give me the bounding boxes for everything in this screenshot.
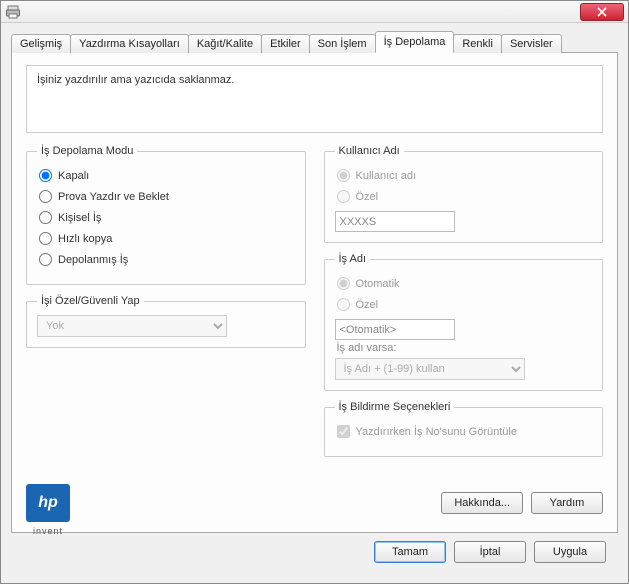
radio-off-label: Kapalı — [58, 170, 89, 182]
radio-off[interactable] — [39, 169, 52, 182]
description-box: İşiniz yazdırılır ama yazıcıda saklanmaz… — [26, 65, 603, 133]
radio-row-off[interactable]: Kapalı — [39, 169, 295, 182]
group-user-name: Kullanıcı Adı Kullanıcı adı Özel — [324, 145, 604, 243]
radio-row-stored[interactable]: Depolanmış İş — [39, 253, 295, 266]
ok-button[interactable]: Tamam — [374, 541, 446, 563]
radio-jobname-auto-label: Otomatik — [356, 278, 400, 290]
tabstrip: Gelişmiş Yazdırma Kısayolları Kağıt/Kali… — [11, 31, 618, 53]
radio-quick-label: Hızlı kopya — [58, 233, 112, 245]
titlebar — [1, 1, 628, 23]
tab-yazdirma-kisayollari[interactable]: Yazdırma Kısayolları — [70, 34, 189, 53]
radio-username-custom-label: Özel — [356, 191, 379, 203]
legend-user-name: Kullanıcı Adı — [335, 145, 404, 157]
group-notify: İş Bildirme Seçenekleri Yazdırırken İş N… — [324, 401, 604, 457]
radio-row-quick[interactable]: Hızlı kopya — [39, 232, 295, 245]
radio-proof-label: Prova Yazdır ve Beklet — [58, 191, 169, 203]
radio-row-jobname-custom: Özel — [337, 298, 593, 311]
about-button[interactable]: Hakkında... — [441, 492, 523, 514]
radio-personal-label: Kişisel İş — [58, 212, 101, 224]
print-properties-dialog: Gelişmiş Yazdırma Kısayolları Kağıt/Kali… — [0, 0, 629, 584]
legend-storage-mode: İş Depolama Modu — [37, 145, 137, 157]
legend-job-name: İş Adı — [335, 253, 371, 265]
group-storage-mode: İş Depolama Modu Kapalı Prova Yazdır ve … — [26, 145, 306, 285]
left-column: İş Depolama Modu Kapalı Prova Yazdır ve … — [26, 145, 306, 476]
columns: İş Depolama Modu Kapalı Prova Yazdır ve … — [26, 145, 603, 476]
tab-son-islem[interactable]: Son İşlem — [309, 34, 376, 53]
radio-row-jobname-auto: Otomatik — [337, 277, 593, 290]
tab-etkiler[interactable]: Etkiler — [261, 34, 310, 53]
description-text: İşiniz yazdırılır ama yazıcıda saklanmaz… — [37, 74, 234, 86]
radio-row-username-auto: Kullanıcı adı — [337, 169, 593, 182]
panel-footer: hp invent Hakkında... Yardım — [26, 484, 603, 522]
hp-logo: hp invent — [26, 484, 70, 522]
radio-username-auto — [337, 169, 350, 182]
group-make-secure: İşi Özel/Güvenli Yap Yok — [26, 295, 306, 348]
username-field — [335, 211, 455, 232]
right-column: Kullanıcı Adı Kullanıcı adı Özel İş Adı — [324, 145, 604, 476]
tab-kagit-kalite[interactable]: Kağıt/Kalite — [188, 34, 262, 53]
dialog-content: Gelişmiş Yazdırma Kısayolları Kağıt/Kali… — [1, 23, 628, 583]
tab-renkli[interactable]: Renkli — [453, 34, 502, 53]
checkbox-notify — [337, 425, 350, 438]
radio-jobname-auto — [337, 277, 350, 290]
hp-invent-text: invent — [26, 526, 70, 536]
group-job-name: İş Adı Otomatik Özel İş adı varsa: İş — [324, 253, 604, 391]
radio-stored-label: Depolanmış İş — [58, 254, 128, 266]
legend-make-secure: İşi Özel/Güvenli Yap — [37, 295, 144, 307]
radio-proof[interactable] — [39, 190, 52, 203]
dialog-footer: Tamam İptal Uygula — [11, 533, 618, 573]
radio-quick[interactable] — [39, 232, 52, 245]
checkbox-notify-label: Yazdırırken İş No'sunu Görüntüle — [356, 426, 517, 438]
help-button[interactable]: Yardım — [531, 492, 603, 514]
radio-stored[interactable] — [39, 253, 52, 266]
close-icon — [597, 7, 607, 17]
tab-gelismis[interactable]: Gelişmiş — [11, 34, 71, 53]
radio-row-username-custom: Özel — [337, 190, 593, 203]
printer-icon — [5, 4, 21, 20]
cancel-button[interactable]: İptal — [454, 541, 526, 563]
jobname-exists-label: İş adı varsa: — [337, 342, 593, 354]
apply-button[interactable]: Uygula — [534, 541, 606, 563]
jobname-field — [335, 319, 455, 340]
radio-row-personal[interactable]: Kişisel İş — [39, 211, 295, 224]
jobname-exists-select: İş Adı + (1-99) kullan — [335, 358, 525, 380]
tab-servisler[interactable]: Servisler — [501, 34, 562, 53]
legend-notify: İş Bildirme Seçenekleri — [335, 401, 455, 413]
close-button[interactable] — [580, 3, 624, 21]
tabpanel-is-depolama: İşiniz yazdırılır ama yazıcıda saklanmaz… — [11, 52, 618, 533]
radio-username-auto-label: Kullanıcı adı — [356, 170, 417, 182]
tab-is-depolama[interactable]: İş Depolama — [375, 31, 455, 53]
radio-jobname-custom-label: Özel — [356, 299, 379, 311]
radio-username-custom — [337, 190, 350, 203]
radio-jobname-custom — [337, 298, 350, 311]
check-row-notify: Yazdırırken İş No'sunu Görüntüle — [337, 425, 593, 438]
radio-personal[interactable] — [39, 211, 52, 224]
secure-select: Yok — [37, 315, 227, 337]
radio-row-proof[interactable]: Prova Yazdır ve Beklet — [39, 190, 295, 203]
